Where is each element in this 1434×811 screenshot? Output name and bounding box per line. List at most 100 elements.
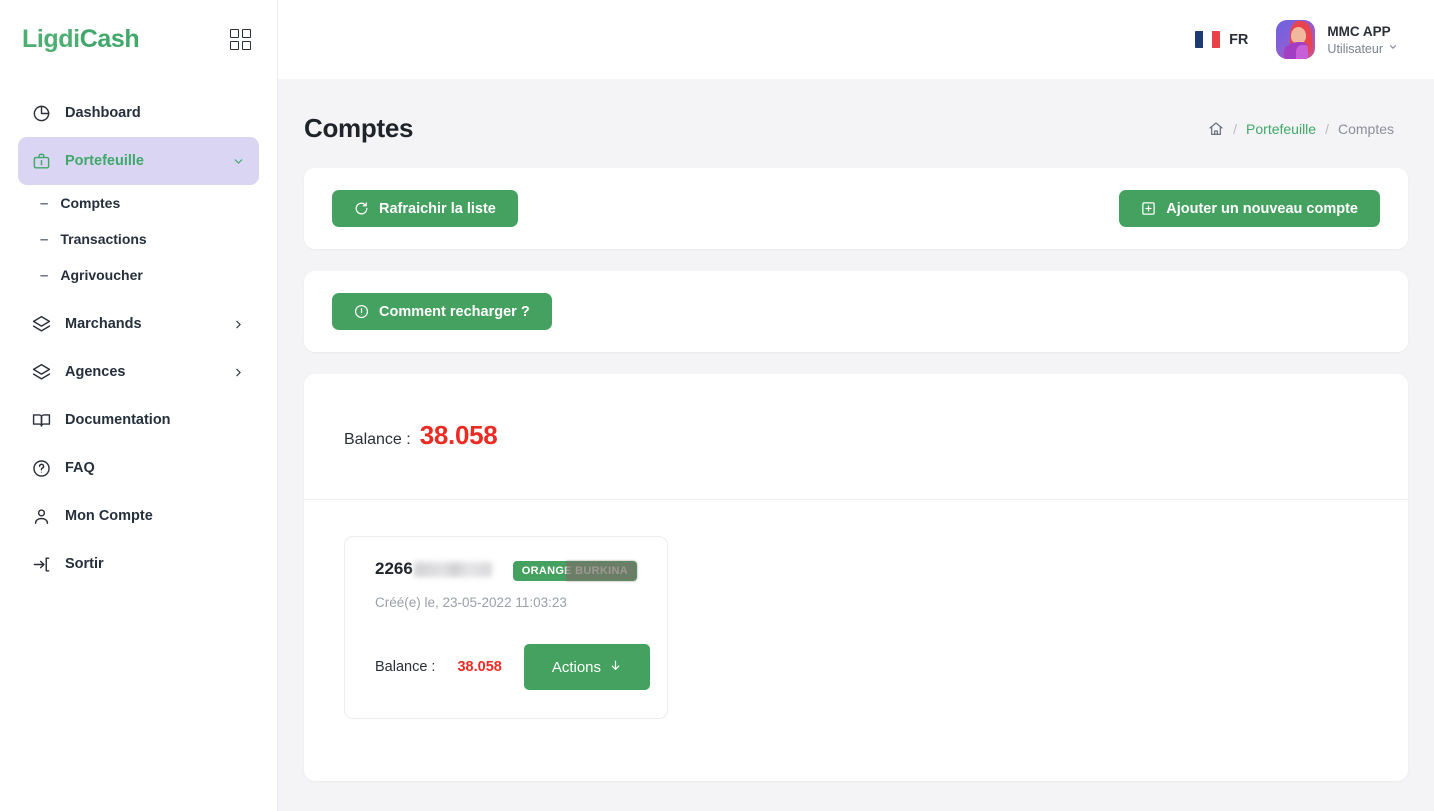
account-balance-value: 38.058 — [457, 659, 502, 675]
sidebar-item-agrivoucher[interactable]: – Agrivoucher — [18, 257, 259, 293]
refresh-list-label: Rafraichir la liste — [379, 200, 496, 217]
language-label: FR — [1229, 31, 1249, 48]
topbar: FR MMC APP Utilisateur — [278, 0, 1434, 79]
user-menu[interactable]: MMC APP Utilisateur — [1276, 20, 1398, 59]
chevron-right-icon — [232, 318, 245, 331]
account-number-visible: 2266 — [375, 559, 413, 578]
page-content: Comptes / Portefeuille / Comptes Rafraic… — [278, 79, 1434, 811]
breadcrumb-separator: / — [1233, 120, 1238, 137]
help-card: Comment recharger ? — [304, 271, 1408, 352]
sidebar-subitem-label: Transactions — [60, 231, 147, 247]
sidebar-item-agences[interactable]: Agences — [18, 348, 259, 396]
sidebar-nav: Dashboard Portefeuille – Comptes – Trans… — [0, 79, 277, 811]
briefcase-icon — [32, 152, 51, 171]
sidebar-item-label: Mon Compte — [65, 508, 153, 524]
language-selector[interactable]: FR — [1195, 31, 1248, 48]
toolbar-card: Rafraichir la liste Ajouter un nouveau c… — [304, 168, 1408, 249]
account-card-header: 2266 ORANGE BURKINA — [375, 559, 637, 581]
total-balance-label: Balance : — [344, 431, 411, 448]
info-circle-icon — [354, 304, 369, 319]
account-created-date: Créé(e) le, 23-05-2022 11:03:23 — [375, 595, 567, 610]
home-icon[interactable] — [1208, 121, 1224, 137]
grid-cell — [242, 41, 251, 50]
status-badge: ORANGE BURKINA — [512, 561, 637, 581]
account-number-redacted — [413, 561, 492, 577]
sidebar-item-label: Agences — [65, 364, 126, 380]
how-to-recharge-button[interactable]: Comment recharger ? — [332, 293, 552, 330]
sidebar-item-label: Documentation — [65, 412, 171, 428]
avatar — [1276, 20, 1316, 59]
account-actions-label: Actions — [551, 658, 602, 676]
sidebar-item-label: Dashboard — [65, 105, 141, 121]
sidebar-subitem-label: Agrivoucher — [60, 267, 143, 283]
sidebar-item-label: Marchands — [65, 316, 142, 332]
sidebar-item-portefeuille[interactable]: Portefeuille — [18, 137, 259, 185]
plus-square-icon — [1141, 201, 1156, 216]
total-balance-value: 38.058 — [419, 420, 498, 450]
sidebar-item-comptes[interactable]: – Comptes — [18, 185, 259, 221]
accounts-list: 2266 ORANGE BURKINA Créé(e) le, 23-05-20… — [304, 500, 1408, 781]
accounts-card: Balance : 38.058 2266 ORANGE BURKINA — [304, 374, 1408, 781]
grid-icon[interactable] — [230, 29, 251, 50]
sidebar-subitem-label: Comptes — [60, 195, 121, 211]
chevron-down-icon — [232, 155, 245, 168]
layers-icon — [32, 363, 51, 382]
sidebar: LigdiCash Dashboard Portefeuille – Compt… — [0, 0, 278, 811]
refresh-icon — [354, 201, 369, 216]
app-root: LigdiCash Dashboard Portefeuille – Compt… — [0, 0, 1434, 811]
breadcrumb-link-portefeuille[interactable]: Portefeuille — [1246, 121, 1316, 137]
account-number: 2266 — [375, 559, 492, 579]
badge-redaction-mask — [566, 561, 637, 581]
grid-cell — [230, 41, 239, 50]
user-role: Utilisateur — [1327, 42, 1398, 58]
breadcrumb-separator: / — [1325, 120, 1329, 137]
grid-cell — [230, 29, 239, 38]
question-circle-icon — [32, 459, 51, 478]
sidebar-item-sortir[interactable]: Sortir — [18, 540, 259, 588]
france-flag-icon — [1195, 31, 1221, 48]
refresh-list-button[interactable]: Rafraichir la liste — [332, 190, 518, 227]
sub-dash: – — [40, 230, 49, 248]
sidebar-item-transactions[interactable]: – Transactions — [18, 221, 259, 257]
logout-icon — [32, 555, 51, 574]
brand-part1: Ligdi — [22, 25, 80, 53]
arrow-down-icon — [609, 659, 622, 676]
grid-cell — [242, 29, 251, 38]
account-card-footer: Balance : 38.058 Actions — [375, 644, 651, 690]
user-role-label: Utilisateur — [1327, 41, 1383, 56]
breadcrumb: / Portefeuille / Comptes — [1208, 121, 1394, 137]
sidebar-item-marchands[interactable]: Marchands — [18, 300, 259, 348]
page-title: Comptes — [304, 113, 414, 143]
how-to-recharge-label: Comment recharger ? — [379, 303, 530, 320]
sub-dash: – — [40, 194, 49, 212]
account-card[interactable]: 2266 ORANGE BURKINA Créé(e) le, 23-05-20… — [344, 536, 668, 719]
page-header: Comptes / Portefeuille / Comptes — [278, 79, 1434, 144]
add-account-label: Ajouter un nouveau compte — [1166, 200, 1358, 217]
account-balance-label: Balance : — [375, 659, 436, 675]
sidebar-item-documentation[interactable]: Documentation — [18, 396, 259, 444]
brand-part2: Cash — [79, 25, 140, 53]
sidebar-header: LigdiCash — [0, 0, 277, 79]
user-name: MMC APP — [1327, 23, 1391, 39]
chevron-down-icon — [1388, 42, 1398, 57]
sidebar-item-label: Sortir — [65, 556, 104, 572]
sidebar-item-label: Portefeuille — [65, 153, 144, 169]
book-icon — [32, 411, 51, 430]
breadcrumb-current: Comptes — [1337, 120, 1394, 137]
user-icon — [32, 507, 51, 526]
total-balance-row: Balance : 38.058 — [304, 374, 1408, 499]
brand-logo[interactable]: LigdiCash — [22, 25, 140, 54]
add-account-button[interactable]: Ajouter un nouveau compte — [1119, 190, 1380, 227]
sub-dash: – — [40, 266, 49, 284]
chevron-right-icon — [232, 366, 245, 379]
main-area: FR MMC APP Utilisateur Comptes / Portefe… — [278, 0, 1434, 811]
sidebar-item-mon-compte[interactable]: Mon Compte — [18, 492, 259, 540]
layers-icon — [32, 315, 51, 334]
pie-chart-icon — [32, 104, 51, 123]
user-meta: MMC APP Utilisateur — [1327, 22, 1398, 58]
sidebar-item-label: FAQ — [65, 460, 95, 476]
sidebar-item-faq[interactable]: FAQ — [18, 444, 259, 492]
sidebar-item-dashboard[interactable]: Dashboard — [18, 89, 259, 137]
account-actions-button[interactable]: Actions — [523, 644, 651, 690]
